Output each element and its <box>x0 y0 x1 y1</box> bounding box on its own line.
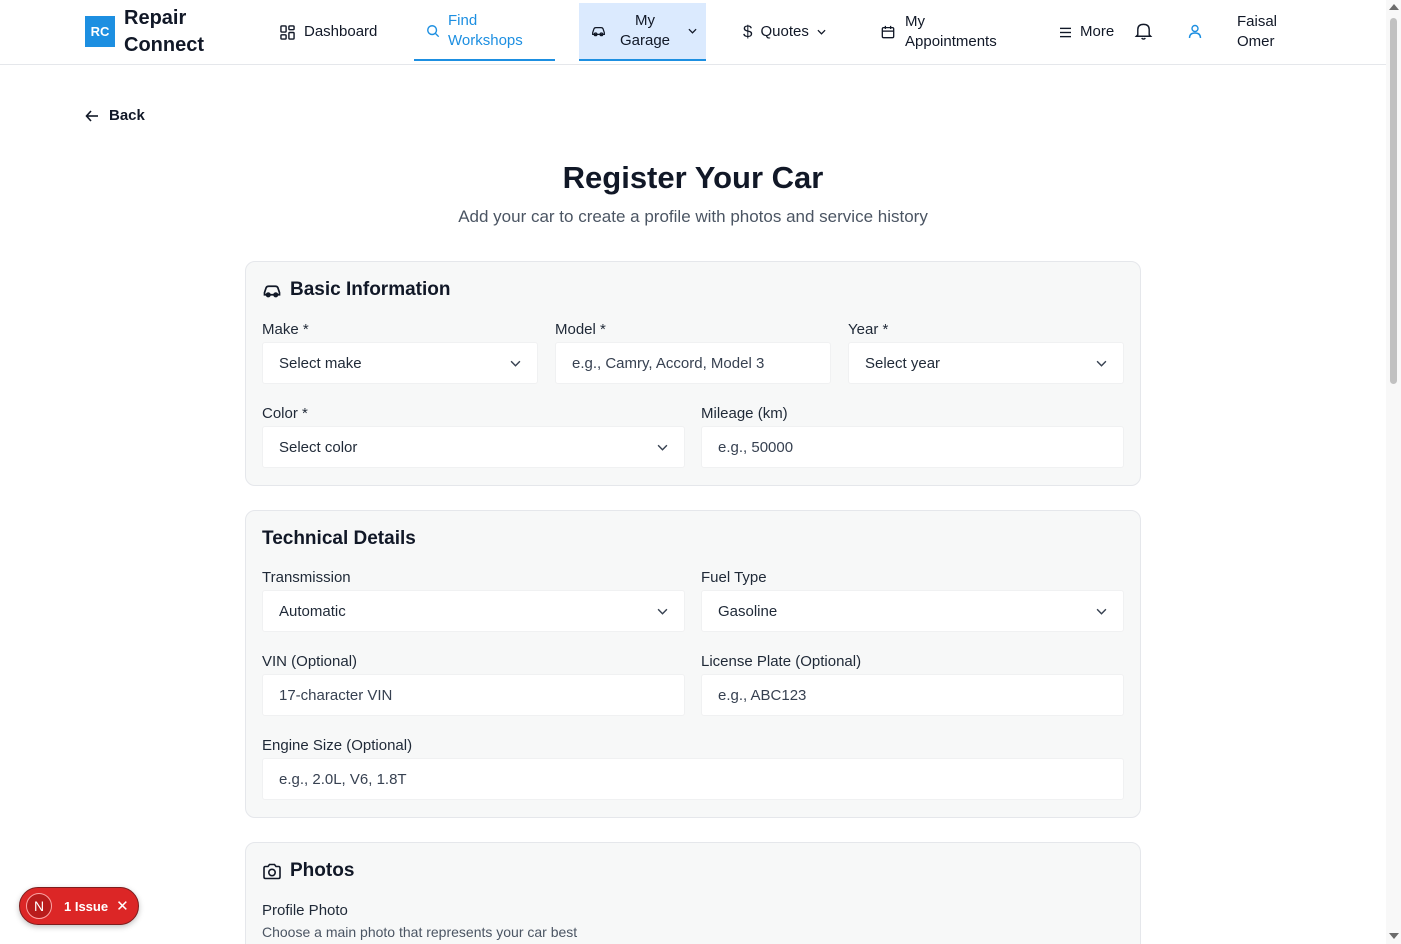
vin-placeholder: 17-character VIN <box>279 686 393 704</box>
basic-information-title: Basic Information <box>290 279 451 300</box>
basic-information-card: Basic Information Make * Select make Mod… <box>245 261 1141 486</box>
transmission-select[interactable]: Automatic <box>262 590 685 632</box>
engine-size-input[interactable]: e.g., 2.0L, V6, 1.8T <box>262 758 1124 800</box>
nav-quotes-label: Quotes <box>760 23 809 40</box>
model-label: Model * <box>555 321 606 338</box>
chevron-down-icon <box>1096 360 1107 367</box>
dashboard-icon <box>280 24 295 40</box>
bell-icon[interactable] <box>1134 21 1153 41</box>
nav-my-garage-label: My Garage <box>619 12 671 49</box>
top-navbar: RC Repair Connect Dashboard Find Worksho… <box>0 0 1386 65</box>
user-name[interactable]: Faisal Omer <box>1237 12 1297 52</box>
transmission-select-value: Automatic <box>279 602 346 620</box>
nav-quotes[interactable]: $ Quotes <box>743 3 826 61</box>
photos-heading: Photos <box>262 860 354 882</box>
nav-more[interactable]: More <box>1059 3 1114 61</box>
page-scrollbar[interactable] <box>1386 0 1401 944</box>
license-plate-label: License Plate (Optional) <box>701 653 862 670</box>
engine-size-label: Engine Size (Optional) <box>262 737 413 754</box>
fuel-type-select[interactable]: Gasoline <box>701 590 1124 632</box>
vin-label: VIN (Optional) <box>262 653 358 670</box>
model-input[interactable]: e.g., Camry, Accord, Model 3 <box>555 342 831 384</box>
logo-text[interactable]: Repair Connect <box>124 5 234 59</box>
color-label: Color * <box>262 405 308 422</box>
next-logo-icon: N <box>26 893 52 919</box>
issue-badge[interactable]: N 1 Issue ✕ <box>19 887 139 925</box>
profile-photo-label: Profile Photo <box>262 902 348 919</box>
camera-icon <box>263 863 281 879</box>
chevron-down-icon <box>510 360 521 367</box>
vin-input[interactable]: 17-character VIN <box>262 674 685 716</box>
close-icon[interactable]: ✕ <box>116 897 129 915</box>
car-icon <box>592 27 605 37</box>
nav-find-workshops-label: Find Workshops <box>448 12 523 49</box>
nav-my-garage[interactable]: My Garage <box>579 3 706 61</box>
technical-details-heading: Technical Details <box>262 528 416 550</box>
logo-badge[interactable]: RC <box>85 16 115 47</box>
scroll-up-arrow[interactable] <box>1389 4 1399 10</box>
nav-my-appointments[interactable]: My Appointments <box>881 3 1005 61</box>
photos-title: Photos <box>290 860 355 881</box>
year-select-value: Select year <box>865 354 941 372</box>
chevron-down-icon <box>817 29 826 35</box>
basic-information-heading: Basic Information <box>262 279 450 301</box>
page-title: Register Your Car <box>562 160 824 195</box>
fuel-type-select-value: Gasoline <box>718 602 778 620</box>
calendar-icon <box>881 25 895 39</box>
mileage-input[interactable]: e.g., 50000 <box>701 426 1124 468</box>
chevron-down-icon <box>688 28 697 34</box>
license-plate-input[interactable]: e.g., ABC123 <box>701 674 1124 716</box>
issue-count-label: 1 Issue <box>64 898 109 914</box>
make-select-value: Select make <box>279 354 362 372</box>
back-button[interactable]: Back <box>85 107 145 124</box>
nav-my-appointments-label: My Appointments <box>905 13 997 50</box>
mileage-placeholder: e.g., 50000 <box>718 438 794 456</box>
nav-dashboard[interactable]: Dashboard <box>280 3 377 61</box>
user-icon[interactable] <box>1188 24 1202 39</box>
arrow-left-icon <box>85 109 98 122</box>
color-select[interactable]: Select color <box>262 426 685 468</box>
menu-icon <box>1060 27 1071 37</box>
nav-find-workshops[interactable]: Find Workshops <box>414 3 555 61</box>
page-subtitle: Add your car to create a profile with ph… <box>458 207 928 226</box>
photos-card: Photos Profile Photo Choose a main photo… <box>245 842 1141 944</box>
license-plate-placeholder: e.g., ABC123 <box>718 686 807 704</box>
technical-details-card: Technical Details Transmission Automatic… <box>245 510 1141 818</box>
car-icon <box>263 284 281 297</box>
chevron-down-icon <box>1096 608 1107 615</box>
fuel-type-label: Fuel Type <box>701 569 767 586</box>
scroll-thumb[interactable] <box>1390 18 1397 384</box>
back-label: Back <box>109 107 145 124</box>
search-icon <box>427 25 440 38</box>
mileage-label: Mileage (km) <box>701 405 788 422</box>
make-select[interactable]: Select make <box>262 342 538 384</box>
chevron-down-icon <box>657 608 668 615</box>
dollar-icon: $ <box>743 22 753 41</box>
technical-details-title: Technical Details <box>262 528 416 549</box>
scroll-down-arrow[interactable] <box>1389 933 1399 939</box>
nav-dashboard-label: Dashboard <box>304 23 378 40</box>
make-label: Make * <box>262 321 309 338</box>
profile-photo-help: Choose a main photo that represents your… <box>262 924 578 940</box>
year-select[interactable]: Select year <box>848 342 1124 384</box>
color-select-value: Select color <box>279 438 358 456</box>
year-label: Year * <box>848 321 889 338</box>
model-placeholder: e.g., Camry, Accord, Model 3 <box>572 354 765 372</box>
chevron-down-icon <box>657 444 668 451</box>
engine-size-placeholder: e.g., 2.0L, V6, 1.8T <box>279 770 407 788</box>
nav-more-label: More <box>1080 23 1115 40</box>
transmission-label: Transmission <box>262 569 351 586</box>
